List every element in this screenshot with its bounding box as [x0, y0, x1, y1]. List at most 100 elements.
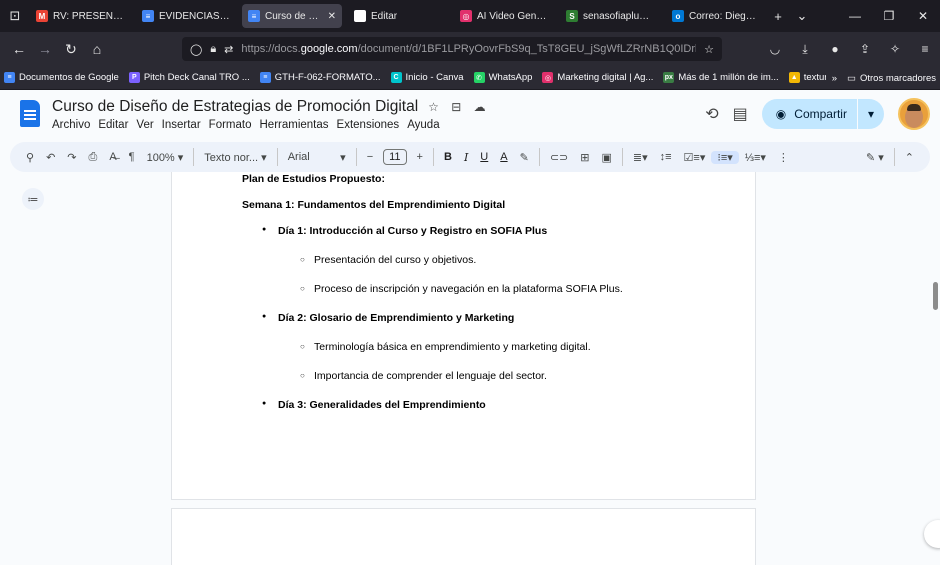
font-size-input[interactable]: 11 [383, 149, 407, 165]
maximize-icon[interactable]: ❐ [872, 9, 906, 23]
menu-item[interactable]: Ver [136, 119, 153, 131]
bookmark-item[interactable]: ≡ GTH-F-062-FORMATO... [259, 72, 381, 83]
print-icon[interactable]: ⎙ [83, 151, 104, 164]
more-bookmarks-icon[interactable]: » [832, 73, 837, 84]
list-item: Día 3: Generalidades del Emprendimiento [262, 399, 486, 411]
highlight-icon[interactable]: ✎ [514, 151, 535, 164]
bookmark-star-icon[interactable]: ☆ [704, 43, 714, 56]
back-icon[interactable]: ← [6, 41, 32, 57]
downloads-icon[interactable]: ⤓ [790, 42, 820, 57]
bookmark-item[interactable]: ≡ Documentos de Google [4, 72, 119, 83]
decrease-font-size-icon[interactable]: − [361, 151, 379, 163]
paint-format-icon[interactable]: ¶ [123, 151, 141, 163]
menu-item[interactable]: Editar [98, 119, 128, 131]
lock-icon[interactable]: 🔒︎ [210, 43, 216, 56]
cloud-saved-icon[interactable]: ☁ [474, 100, 486, 114]
browser-tab[interactable]: ◎ AI Video Generato [454, 4, 554, 28]
share-button[interactable]: ◉ Compartir ▾ [761, 99, 884, 129]
move-folder-icon[interactable]: ⊟ [451, 100, 461, 114]
extension-icon[interactable]: ● [820, 42, 850, 56]
browser-tab[interactable]: o Correo: Diego Ca [666, 4, 766, 28]
outline-icon[interactable]: ≔ [22, 188, 44, 210]
increase-font-size-icon[interactable]: + [411, 151, 429, 163]
list-item: Presentación del curso y objetivos. [300, 254, 476, 266]
font-select[interactable]: Arial ▾ [282, 151, 352, 164]
text-color-icon[interactable]: A [494, 151, 513, 163]
bookmark-favicon-icon: ✆ [473, 72, 485, 83]
other-bookmarks-folder[interactable]: ▭ Otros marcadores [847, 73, 936, 84]
url-bar[interactable]: ◯ 🔒︎ ⇄ https://docs.google.com/document/… [182, 37, 722, 61]
bookmark-item[interactable]: ✆ WhatsApp [473, 72, 532, 83]
browser-tab[interactable]: Ssenasofiaplus.edu [560, 4, 660, 28]
list-item: Proceso de inscripción y navegación en l… [300, 283, 623, 295]
checklist-icon[interactable]: ☑≡▾ [678, 151, 712, 164]
browser-tab[interactable]: ≡ Curso de Diseñ ✕ [242, 4, 342, 28]
document-page-2[interactable] [171, 508, 756, 565]
close-tab-icon[interactable]: ✕ [328, 11, 336, 22]
scrollbar-thumb[interactable] [933, 282, 938, 310]
line-spacing-icon[interactable]: ↕≡ [654, 151, 678, 163]
close-window-icon[interactable]: ✕ [906, 9, 940, 23]
share-dropdown-icon[interactable]: ▾ [868, 107, 874, 121]
zoom-select[interactable]: 100% ▾ [141, 151, 190, 164]
new-tab-button[interactable]: + [766, 9, 790, 24]
tracking-shield-icon[interactable]: ◯ [190, 43, 202, 56]
tab-list-chevron-icon[interactable]: ⌄ [790, 8, 814, 24]
menu-item[interactable]: Herramientas [260, 119, 329, 131]
menu-item[interactable]: Formato [209, 119, 252, 131]
extensions-puzzle-icon[interactable]: ✧ [880, 42, 910, 56]
browser-tab[interactable]: M RV: PRESENTACIÓ [30, 4, 130, 28]
home-icon[interactable]: ⌂ [84, 41, 110, 57]
browser-tab[interactable]: Editar [348, 4, 448, 28]
pocket-icon[interactable]: ◡ [760, 42, 790, 56]
align-icon[interactable]: ≣▾ [627, 151, 654, 164]
docs-logo-icon[interactable] [20, 100, 40, 127]
style-select[interactable]: Texto nor... ▾ [198, 151, 272, 164]
list-item: Día 2: Glosario de Emprendimiento y Mark… [262, 312, 514, 324]
link-icon[interactable]: ⊂⊃ [544, 151, 574, 164]
bulleted-list-icon[interactable]: ⁝≡▾ [711, 150, 739, 164]
menu-item[interactable]: Insertar [162, 119, 201, 131]
forward-icon[interactable]: → [32, 41, 58, 57]
collapse-toolbar-icon[interactable]: ⌃ [899, 151, 920, 164]
document-title-row: Curso de Diseño de Estrategias de Promoc… [52, 98, 494, 116]
avatar[interactable] [898, 98, 930, 130]
menu-item[interactable]: Extensiones [337, 119, 400, 131]
search-menus-icon[interactable]: ⚲ [20, 151, 40, 164]
tab-title: EVIDENCIAS 2025 [159, 10, 230, 22]
spellcheck-icon[interactable]: A̶ [103, 151, 122, 163]
redo-icon[interactable]: ↷ [61, 151, 82, 164]
document-title[interactable]: Curso de Diseño de Estrategias de Promoc… [52, 98, 418, 116]
comment-icon[interactable]: ⊞ [574, 151, 595, 164]
minimize-icon[interactable]: — [838, 9, 872, 23]
app-menu-icon[interactable]: ≡ [910, 42, 940, 56]
numbered-list-icon[interactable]: ⅓≡▾ [739, 151, 772, 164]
permissions-icon[interactable]: ⇄ [224, 43, 233, 56]
bookmark-item[interactable]: P Pitch Deck Canal TRO ... [128, 72, 250, 83]
menu-item[interactable]: Archivo [52, 119, 90, 131]
star-icon[interactable]: ☆ [428, 100, 439, 114]
bookmark-item[interactable]: px Más de 1 millón de im... [663, 72, 779, 83]
reload-icon[interactable]: ↻ [58, 41, 84, 58]
comments-icon[interactable]: ▤ [733, 104, 748, 124]
tab-overview-icon[interactable]: ⊡ [0, 0, 30, 32]
document-page[interactable]: Plan de Estudios Propuesto: Semana 1: Fu… [171, 172, 756, 500]
version-history-icon[interactable]: ⟲ [705, 104, 718, 124]
more-options-icon[interactable]: ⋮ [772, 151, 795, 164]
bookmark-favicon-icon: ≡ [4, 72, 15, 83]
bookmark-item[interactable]: C Inicio - Canva [390, 72, 464, 83]
bold-icon[interactable]: B [438, 151, 458, 163]
menu-item[interactable]: Ayuda [407, 119, 439, 131]
explore-button[interactable] [924, 520, 940, 548]
undo-icon[interactable]: ↶ [40, 151, 61, 164]
editing-mode-icon[interactable]: ✎ ▾ [860, 151, 890, 164]
browser-tab[interactable]: ≡ EVIDENCIAS 2025 [136, 4, 236, 28]
browser-nav-bar: ← → ↻ ⌂ ◯ 🔒︎ ⇄ https://docs.google.com/d… [0, 32, 940, 66]
bookmark-favicon-icon: ≡ [259, 72, 271, 83]
bookmark-item[interactable]: ◎ Marketing digital | Ag... [542, 72, 653, 83]
underline-icon[interactable]: U [474, 151, 494, 163]
share-browser-icon[interactable]: ⇪ [850, 42, 880, 56]
url-text[interactable]: https://docs.google.com/document/d/1BF1L… [241, 43, 696, 55]
italic-icon[interactable]: I [458, 151, 474, 164]
image-icon[interactable]: ▣ [595, 151, 617, 164]
